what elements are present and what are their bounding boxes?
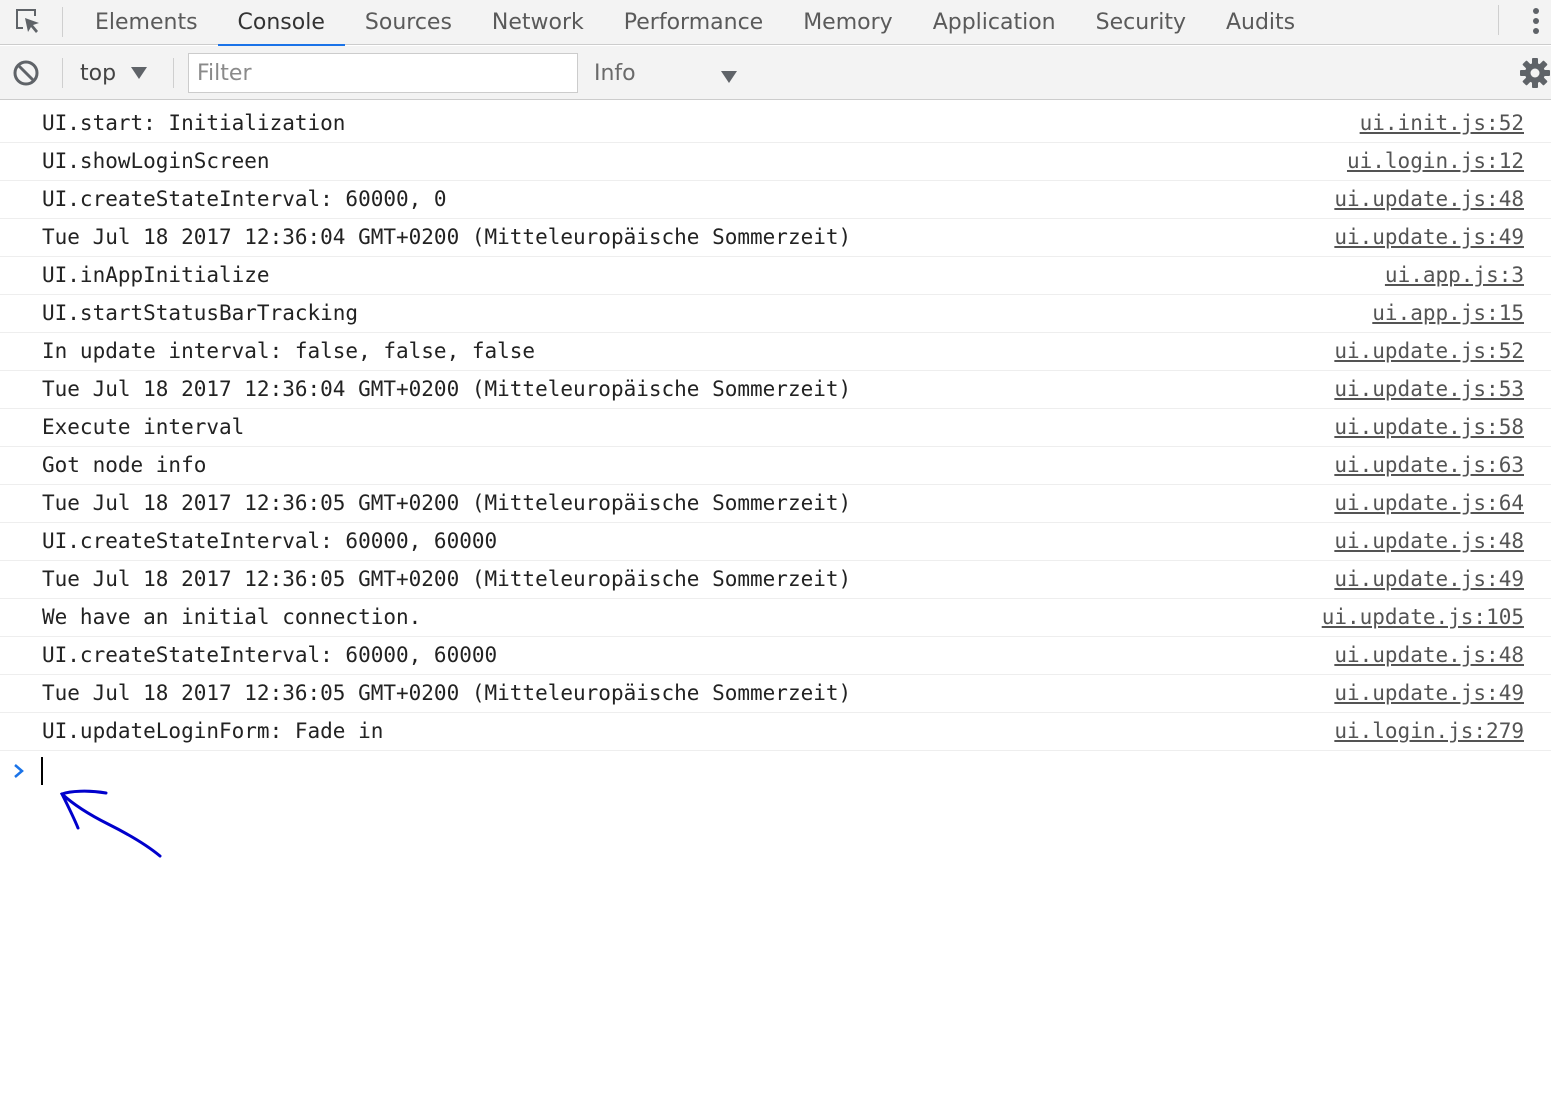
hand-drawn-arrow-icon: [59, 789, 162, 858]
console-message: UI.showLoginScreen ui.login.js:12: [0, 143, 1551, 181]
source-link[interactable]: ui.update.js:49: [1334, 219, 1524, 256]
console-message-text: In update interval: false, false, false: [42, 339, 536, 363]
source-link[interactable]: ui.update.js:49: [1334, 675, 1524, 712]
console-message: Execute interval ui.update.js:58: [0, 409, 1551, 447]
console-message-text: UI.showLoginScreen: [42, 149, 270, 173]
console-message-text: UI.startStatusBarTracking: [42, 301, 359, 325]
source-link[interactable]: ui.update.js:48: [1334, 181, 1524, 218]
console-message: In update interval: false, false, false u…: [0, 333, 1551, 371]
console-message: Got node info ui.update.js:63: [0, 447, 1551, 485]
console-message-text: Got node info: [42, 453, 207, 477]
source-link[interactable]: ui.update.js:63: [1334, 447, 1524, 484]
tab-elements[interactable]: Elements: [75, 0, 218, 45]
source-link[interactable]: ui.update.js:52: [1334, 333, 1524, 370]
console-prompt: [0, 752, 1551, 792]
inspect-element-button[interactable]: [12, 6, 44, 36]
dropdown-caret-icon: [130, 61, 148, 86]
source-link[interactable]: ui.update.js:53: [1334, 371, 1524, 408]
tab-bar-divider-right: [1498, 5, 1499, 35]
more-vertical-icon: [1533, 8, 1539, 34]
console-message: UI.startStatusBarTracking ui.app.js:15: [0, 295, 1551, 333]
console-messages: UI.start: Initialization ui.init.js:52 UI.…: [0, 105, 1551, 751]
execution-context-select[interactable]: top: [80, 56, 156, 90]
console-message: We have an initial connection. ui.update.…: [0, 599, 1551, 637]
console-message-text: UI.createStateInterval: 60000, 60000: [42, 643, 498, 667]
console-message: UI.createStateInterval: 60000, 60000 ui.u…: [0, 523, 1551, 561]
console-message-text: UI.start: Initialization: [42, 111, 346, 135]
tab-console[interactable]: Console: [217, 0, 346, 46]
console-settings-button[interactable]: [1518, 56, 1551, 90]
log-level-value: Info: [594, 60, 636, 86]
toolbar-divider: [62, 58, 63, 88]
console-message: Tue Jul 18 2017 12:36:05 GMT+0200 (Mitte…: [0, 561, 1551, 599]
dropdown-caret-icon: [720, 65, 738, 90]
console-message-text: Tue Jul 18 2017 12:36:05 GMT+0200 (Mitte…: [42, 567, 852, 591]
tab-bar-divider: [62, 7, 63, 37]
source-link[interactable]: ui.update.js:64: [1334, 485, 1524, 522]
console-message: Tue Jul 18 2017 12:36:04 GMT+0200 (Mitte…: [0, 219, 1551, 257]
console-message-text: UI.createStateInterval: 60000, 60000: [42, 529, 498, 553]
console-message-text: We have an initial connection.: [42, 605, 422, 629]
source-link[interactable]: ui.update.js:49: [1334, 561, 1524, 598]
devtools-tab-bar: Elements Console Sources Network Performance…: [0, 0, 1551, 46]
tab-memory[interactable]: Memory: [783, 0, 912, 45]
console-message: UI.inAppInitialize ui.app.js:3: [0, 257, 1551, 295]
log-levels-select[interactable]: Info: [594, 56, 744, 90]
source-link[interactable]: ui.init.js:52: [1360, 105, 1524, 142]
gear-icon: [1520, 58, 1550, 88]
inspect-element-icon: [16, 9, 39, 33]
tab-performance[interactable]: Performance: [604, 0, 783, 45]
source-link[interactable]: ui.update.js:48: [1334, 523, 1524, 560]
console-prompt-input[interactable]: [40, 756, 1520, 788]
source-link[interactable]: ui.update.js:48: [1334, 637, 1524, 674]
source-link[interactable]: ui.app.js:15: [1372, 295, 1524, 332]
tab-security[interactable]: Security: [1076, 0, 1206, 45]
console-message: UI.createStateInterval: 60000, 0 ui.updat…: [0, 181, 1551, 219]
console-message: Tue Jul 18 2017 12:36:05 GMT+0200 (Mitte…: [0, 675, 1551, 713]
filter-input[interactable]: [188, 53, 578, 93]
console-message: UI.createStateInterval: 60000, 60000 ui.u…: [0, 637, 1551, 675]
clear-console-button[interactable]: [11, 58, 41, 88]
console-message-text: UI.inAppInitialize: [42, 263, 270, 287]
console-message-text: Tue Jul 18 2017 12:36:05 GMT+0200 (Mitte…: [42, 681, 852, 705]
source-link[interactable]: ui.app.js:3: [1385, 257, 1524, 294]
console-message-text: UI.updateLoginForm: Fade in: [42, 719, 384, 743]
clear-console-icon: [13, 60, 39, 86]
console-message: Tue Jul 18 2017 12:36:04 GMT+0200 (Mitte…: [0, 371, 1551, 409]
tab-audits[interactable]: Audits: [1206, 0, 1315, 45]
tab-sources[interactable]: Sources: [345, 0, 472, 45]
tab-application[interactable]: Application: [913, 0, 1076, 45]
console-message-text: UI.createStateInterval: 60000, 0: [42, 187, 447, 211]
console-message-text: Execute interval: [42, 415, 245, 439]
chevron-right-icon: [11, 758, 27, 784]
execution-context-value: top: [80, 60, 117, 86]
toolbar-divider: [173, 58, 174, 88]
console-message-text: Tue Jul 18 2017 12:36:04 GMT+0200 (Mitte…: [42, 225, 852, 249]
console-toolbar: top Info: [0, 46, 1551, 100]
console-message-text: Tue Jul 18 2017 12:36:05 GMT+0200 (Mitte…: [42, 491, 852, 515]
panel-tabs: Elements Console Sources Network Performance…: [75, 0, 1315, 46]
console-message: UI.updateLoginForm: Fade in ui.login.js:2…: [0, 713, 1551, 751]
source-link[interactable]: ui.update.js:58: [1334, 409, 1524, 446]
source-link[interactable]: ui.login.js:279: [1334, 713, 1524, 750]
source-link[interactable]: ui.update.js:105: [1322, 599, 1524, 636]
console-message-text: Tue Jul 18 2017 12:36:04 GMT+0200 (Mitte…: [42, 377, 852, 401]
customize-menu-button[interactable]: [1522, 4, 1550, 38]
console-message: Tue Jul 18 2017 12:36:05 GMT+0200 (Mitte…: [0, 485, 1551, 523]
tab-network[interactable]: Network: [472, 0, 604, 45]
console-message: UI.start: Initialization ui.init.js:52: [0, 105, 1551, 143]
source-link[interactable]: ui.login.js:12: [1347, 143, 1524, 180]
